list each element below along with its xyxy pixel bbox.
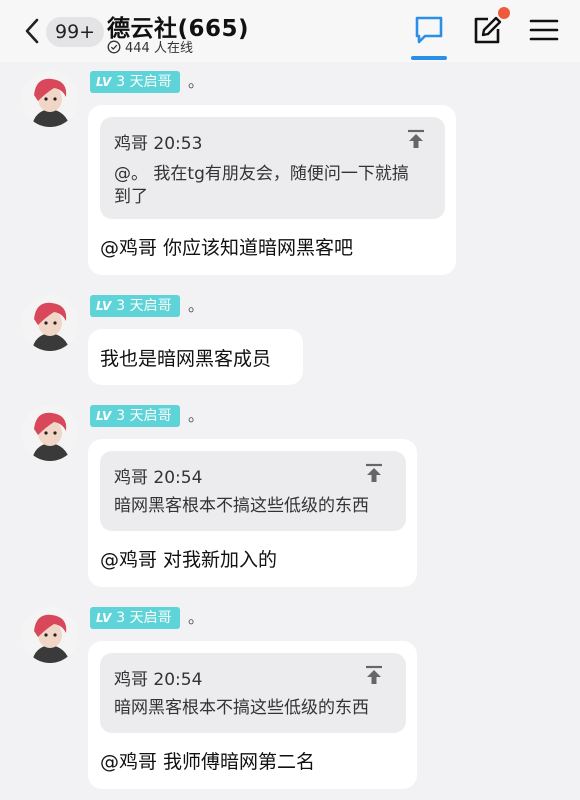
quote-text: 暗网黑客根本不搞这些低级的东西 — [114, 496, 369, 516]
message-bubble[interactable]: 鸡哥 20:53 @。 我在tg有朋友会，随便问一下就搞 到了 @鸡哥 你应该知… — [88, 105, 456, 275]
level-number: 3 — [116, 74, 126, 90]
quote-text-continued: 到了 — [114, 187, 148, 207]
jump-to-quote-icon[interactable] — [364, 665, 384, 685]
hamburger-menu-icon[interactable] — [528, 14, 560, 46]
level-badge: LV 3 天启哥 — [90, 71, 180, 93]
quote-author-time: 鸡哥 20:54 — [114, 670, 203, 690]
message-bubble[interactable]: 鸡哥 20:54 暗网黑客根本不搞这些低级的东西 @鸡哥 我师傅暗网第二名 — [88, 641, 417, 789]
message-text: 我也是暗网黑客成员 — [100, 348, 272, 370]
quoted-message[interactable]: 鸡哥 20:54 暗网黑客根本不搞这些低级的东西 — [100, 451, 406, 531]
quoted-message[interactable]: 鸡哥 20:53 @。 我在tg有朋友会，随便问一下就搞 到了 — [100, 117, 445, 219]
online-count-text: 444 人在线 — [125, 41, 193, 56]
level-prefix: LV — [96, 75, 112, 89]
message-text: @鸡哥 我师傅暗网第二名 — [100, 751, 316, 773]
avatar[interactable] — [22, 607, 78, 663]
avatar[interactable] — [22, 295, 78, 351]
level-title: 天启哥 — [129, 408, 172, 424]
chat-header: 99+ 德云社(665) 444 人在线 — [0, 0, 580, 62]
avatar[interactable] — [22, 71, 78, 127]
level-prefix: LV — [96, 409, 112, 423]
unread-count-badge[interactable]: 99+ — [46, 17, 105, 47]
active-tab-indicator — [411, 56, 447, 60]
avatar-image — [22, 71, 78, 127]
jump-to-quote-icon[interactable] — [364, 463, 384, 483]
level-badge: LV 3 天启哥 — [90, 295, 180, 317]
level-prefix: LV — [96, 611, 112, 625]
avatar-image — [22, 607, 78, 663]
sender-name: 。 — [188, 406, 205, 425]
quoted-message[interactable]: 鸡哥 20:54 暗网黑客根本不搞这些低级的东西 — [100, 653, 406, 733]
check-circle-icon — [107, 40, 121, 53]
edit-icon[interactable] — [471, 14, 503, 46]
quote-author-time: 鸡哥 20:53 — [114, 134, 203, 154]
quote-text: 暗网黑客根本不搞这些低级的东西 — [114, 698, 369, 718]
avatar-image — [22, 295, 78, 351]
quote-author-time: 鸡哥 20:54 — [114, 468, 203, 488]
chevron-left-icon[interactable] — [22, 16, 42, 46]
level-number: 3 — [116, 298, 126, 314]
sender-name: 。 — [188, 72, 205, 91]
online-count: 444 人在线 — [107, 37, 193, 56]
level-badge: LV 3 天启哥 — [90, 405, 180, 427]
jump-to-quote-icon[interactable] — [406, 129, 426, 149]
avatar[interactable] — [22, 405, 78, 461]
message-text: @鸡哥 对我新加入的 — [100, 549, 278, 571]
notification-dot — [498, 7, 510, 19]
message-bubble[interactable]: 鸡哥 20:54 暗网黑客根本不搞这些低级的东西 @鸡哥 对我新加入的 — [88, 439, 417, 587]
chat-bubble-icon[interactable] — [413, 14, 445, 46]
level-title: 天启哥 — [129, 298, 172, 314]
sender-name: 。 — [188, 608, 205, 627]
level-number: 3 — [116, 610, 126, 626]
level-badge: LV 3 天启哥 — [90, 607, 180, 629]
level-prefix: LV — [96, 299, 112, 313]
message-bubble[interactable]: 我也是暗网黑客成员 — [88, 329, 303, 385]
avatar-image — [22, 405, 78, 461]
quote-text: @。 我在tg有朋友会，随便问一下就搞 — [114, 164, 409, 184]
level-title: 天启哥 — [129, 74, 172, 90]
level-title: 天启哥 — [129, 610, 172, 626]
sender-name: 。 — [188, 296, 205, 315]
message-text: @鸡哥 你应该知道暗网黑客吧 — [100, 237, 354, 259]
level-number: 3 — [116, 408, 126, 424]
